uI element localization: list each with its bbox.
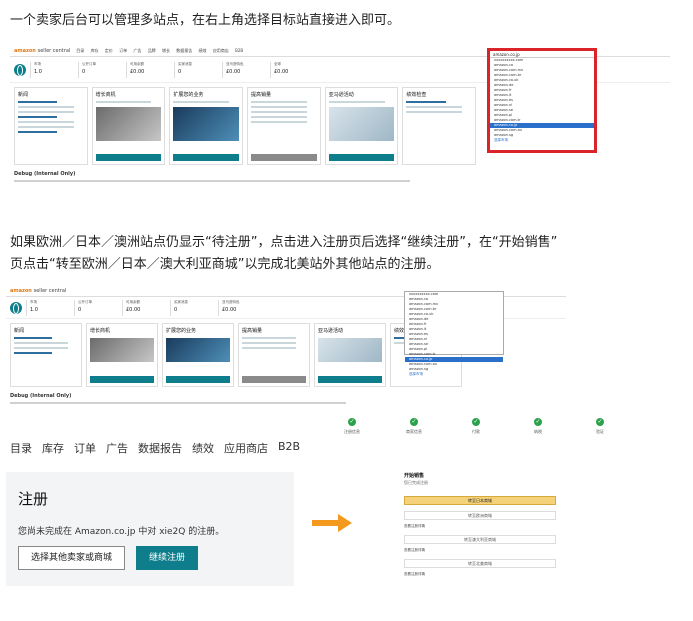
debug-label: Debug (Internal Only) bbox=[14, 171, 76, 177]
caption-second-line1: 如果欧洲／日本／澳洲站点仍显示“待注册”，点击进入注册页后选择“继续注册”，在“… bbox=[10, 235, 558, 250]
marketplace-dropdown-highlight: amazon.co.jp xxxxxxxxxx.com amazon.ca amaz… bbox=[487, 48, 597, 153]
stat-item[interactable]: 可用余额 £0.00 bbox=[126, 61, 170, 78]
nav-item[interactable]: 目录 bbox=[76, 48, 84, 53]
card-button[interactable] bbox=[90, 376, 154, 383]
nav-item[interactable]: 品牌 bbox=[148, 48, 156, 53]
nav-item[interactable]: B2B bbox=[235, 48, 243, 53]
step-item: ✓ 付款 bbox=[472, 418, 480, 434]
nav-item[interactable]: 数据报告 bbox=[176, 48, 192, 53]
card-button[interactable] bbox=[242, 376, 306, 383]
card-events: 亚马逊活动 bbox=[324, 87, 399, 165]
marketplace-row[interactable]: 转至欧洲商城 bbox=[404, 511, 556, 520]
marketplace-list: xxxxxxxxxx.com amazon.ca amazon.com.mx amaz… bbox=[405, 292, 503, 377]
marketplace-row[interactable]: 转至北美商城 bbox=[404, 559, 556, 568]
registration-note: 查看注册详情 bbox=[404, 524, 425, 528]
nav-item[interactable]: 目录 bbox=[10, 440, 32, 456]
marketplace-list: xxxxxxxxxx.com amazon.ca amazon.com.mx amaz… bbox=[490, 58, 594, 143]
stat-item[interactable]: 亚马逊特色 £0.00 bbox=[222, 61, 266, 78]
registration-steps: ✓ 注册信息 ✓ 商家信息 ✓ 付款 ✓ 纳税 ✓ 验证 bbox=[344, 418, 604, 440]
card-events: 亚马逊活动 bbox=[314, 323, 386, 387]
card-expand: 扩展您的业务 bbox=[169, 87, 244, 165]
go-to-marketplace-button[interactable]: 转至日本商城 bbox=[404, 496, 556, 505]
card-news: 新闻 bbox=[10, 323, 82, 387]
start-selling-title: 开始销售 bbox=[404, 473, 425, 479]
nav-item[interactable]: 应用商店 bbox=[213, 48, 229, 53]
card-button[interactable] bbox=[328, 154, 395, 161]
registration-note: 查看注册详情 bbox=[404, 572, 425, 576]
stat-item[interactable]: 公开订单 0 bbox=[78, 61, 122, 78]
step-item: ✓ 验证 bbox=[596, 418, 604, 434]
marketplace-footer[interactable]: 选择市场 bbox=[405, 372, 503, 377]
globe-icon bbox=[14, 63, 26, 76]
marketplace-footer[interactable]: 选择市场 bbox=[490, 138, 594, 143]
card-news: 新闻 bbox=[14, 87, 88, 165]
nav-item[interactable]: 数据报告 bbox=[138, 440, 182, 456]
nav-item[interactable]: 广告 bbox=[133, 48, 141, 53]
caption-first: 一个卖家后台可以管理多站点，在右上角选择目标站直接进入即可。 bbox=[10, 13, 401, 28]
stat-item[interactable]: 市场 1.0 bbox=[26, 299, 70, 316]
main-nav: 目录 库存 定价 订单 广告 品牌 增长 数据报告 绩效 应用商店 B2B bbox=[76, 48, 248, 54]
card-button[interactable] bbox=[166, 376, 230, 383]
nav-item[interactable]: 绩效 bbox=[199, 48, 207, 53]
registration-panel: 注册 您尚未完成在 Amazon.co.jp 中对 xie2Q 的注册。 选择其… bbox=[6, 472, 294, 586]
marketplace-selector[interactable]: amazon.co.jp bbox=[490, 51, 594, 58]
nav-item[interactable]: B2B bbox=[278, 440, 300, 456]
registration-message: 您尚未完成在 Amazon.co.jp 中对 xie2Q 的注册。 bbox=[18, 527, 225, 537]
stat-item[interactable]: 买家消息 0 bbox=[170, 299, 214, 316]
card-row: 新闻 增长商机 扩展您的业务 提高销量 亚马逊活动 绩效检查 bbox=[6, 319, 466, 391]
nav-item[interactable]: 应用商店 bbox=[224, 440, 268, 456]
card-button[interactable] bbox=[251, 154, 317, 161]
card-button[interactable] bbox=[95, 154, 162, 161]
stat-item[interactable]: 可用余额 £0.00 bbox=[122, 299, 166, 316]
marketplace-row[interactable]: 转至澳大利亚商城 bbox=[404, 535, 556, 544]
registration-nav: 目录 库存 订单 广告 数据报告 绩效 应用商店 B2B bbox=[10, 440, 300, 456]
continue-registration-button[interactable]: 继续注册 bbox=[136, 546, 198, 570]
choose-other-seller-button[interactable]: 选择其他卖家或商城 bbox=[18, 546, 125, 570]
step-item: ✓ 注册信息 bbox=[344, 418, 360, 434]
step-item: ✓ 商家信息 bbox=[406, 418, 422, 434]
check-icon: ✓ bbox=[534, 418, 542, 426]
stat-item[interactable]: 公开订单 0 bbox=[74, 299, 118, 316]
nav-item[interactable]: 增长 bbox=[162, 48, 170, 53]
nav-item[interactable]: 绩效 bbox=[192, 440, 214, 456]
start-selling-subtitle: 您已完成注册 bbox=[404, 480, 428, 485]
nav-item[interactable]: 订单 bbox=[74, 440, 96, 456]
nav-item[interactable]: 库存 bbox=[42, 440, 64, 456]
arrow-right-icon bbox=[312, 514, 352, 532]
nav-item[interactable]: 库存 bbox=[91, 48, 99, 53]
nav-item[interactable]: 广告 bbox=[106, 440, 128, 456]
stat-item[interactable]: 买家消息 0 bbox=[174, 61, 218, 78]
nav-item[interactable]: 定价 bbox=[105, 48, 113, 53]
card-performance: 绩效检查 bbox=[402, 87, 477, 165]
check-icon: ✓ bbox=[410, 418, 418, 426]
step-item: ✓ 纳税 bbox=[534, 418, 542, 434]
caption-second-line2: 页点击“转至欧洲／日本／澳大利亚商城”以完成北美站外其他站点的注册。 bbox=[10, 257, 440, 272]
nav-item[interactable]: 订单 bbox=[119, 48, 127, 53]
card-growth: 增长商机 bbox=[91, 87, 166, 165]
registration-title: 注册 bbox=[18, 490, 49, 508]
start-selling-panel: 开始销售 您已完成注册 转至日本商城 转至欧洲商城 查看注册详情 转至澳大利亚商… bbox=[404, 472, 556, 600]
check-icon: ✓ bbox=[348, 418, 356, 426]
card-growth: 增长商机 bbox=[86, 323, 158, 387]
stat-item[interactable]: 市场 1.0 bbox=[30, 61, 74, 78]
check-icon: ✓ bbox=[472, 418, 480, 426]
card-row: 新闻 增长商机 扩展您的业务 提高销量 亚马逊活动 绩效检查 bbox=[10, 83, 480, 169]
card-expand: 扩展您的业务 bbox=[162, 323, 234, 387]
debug-label: Debug (Internal Only) bbox=[10, 393, 72, 399]
amazon-logo: amazon seller central bbox=[10, 287, 67, 294]
stat-item[interactable]: 亚马逊特色 £0.00 bbox=[218, 299, 262, 316]
globe-icon bbox=[10, 301, 22, 314]
check-icon: ✓ bbox=[596, 418, 604, 426]
card-sales: 提高销量 bbox=[238, 323, 310, 387]
marketplace-dropdown-2: xxxxxxxxxx.com amazon.ca amazon.com.mx amaz… bbox=[404, 291, 504, 376]
registration-note: 查看注册详情 bbox=[404, 548, 425, 552]
amazon-logo: amazon seller central bbox=[14, 47, 71, 54]
card-sales: 提高销量 bbox=[247, 87, 321, 165]
card-button[interactable] bbox=[173, 154, 240, 161]
stat-item[interactable]: 全球 £0.00 bbox=[270, 61, 314, 78]
card-button[interactable] bbox=[318, 376, 382, 383]
